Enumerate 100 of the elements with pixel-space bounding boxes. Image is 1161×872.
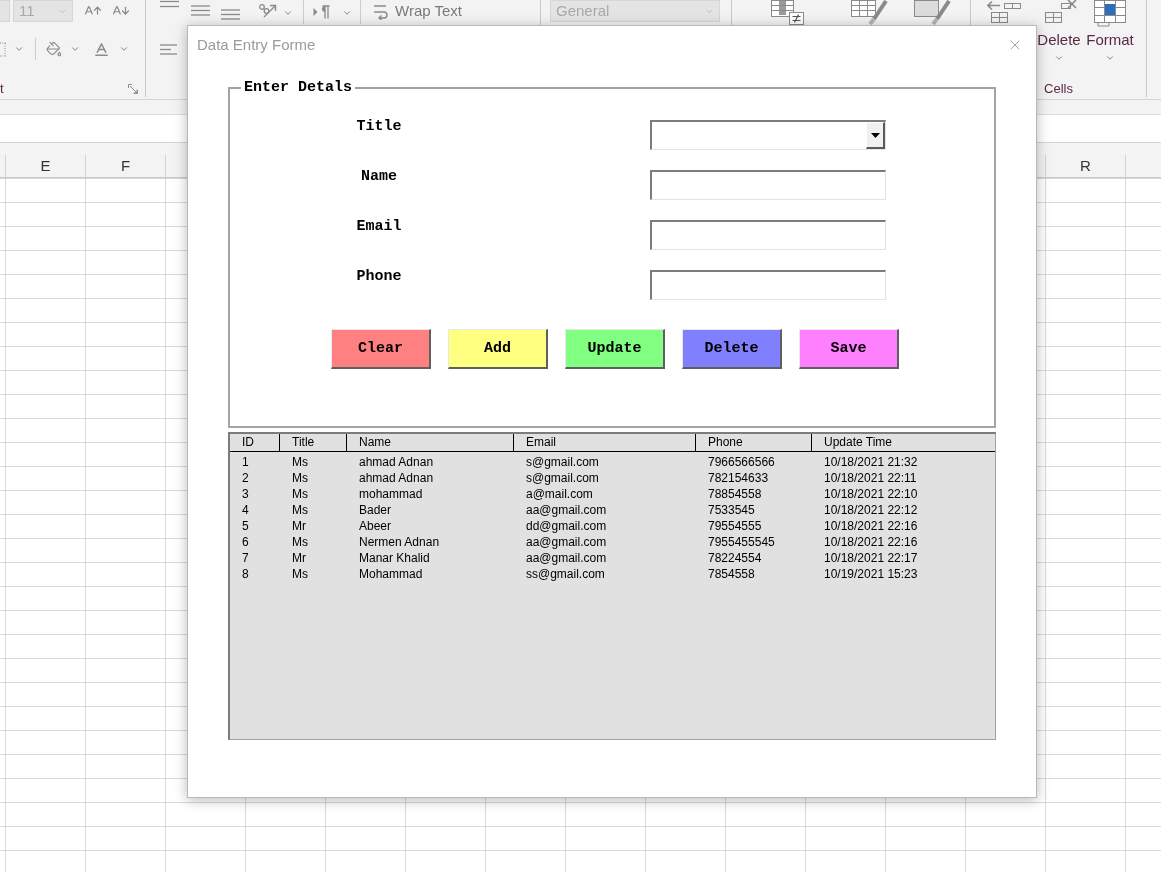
field-label: Title [356, 120, 402, 133]
align-bottom-icon[interactable] [221, 9, 240, 20]
caret-icon[interactable] [119, 44, 129, 54]
align-top-icon[interactable] [160, 0, 179, 8]
table-cell: ahmad Adnan [359, 471, 434, 485]
align-left-icon[interactable] [160, 44, 179, 55]
action-button[interactable]: Delete [682, 329, 782, 369]
column-header[interactable]: Phone [696, 434, 812, 451]
table-cell: Ms [292, 455, 308, 469]
caret-icon [870, 132, 880, 138]
table-cell: 10/18/2021 22:11 [824, 471, 917, 485]
ribbon-button[interactable]: Delete [1033, 0, 1085, 64]
input-field[interactable] [650, 220, 886, 250]
column-header[interactable]: R [1080, 155, 1091, 177]
table-cell: s@gmail.com [526, 471, 599, 485]
dialog-launcher-icon[interactable] [128, 84, 138, 94]
table-cell: ss@gmail.com [526, 567, 605, 581]
table-cell: 3 [242, 487, 249, 501]
table-cell: Abeer [359, 519, 392, 533]
table-cell: 78854558 [708, 487, 762, 501]
window-title: Data Entry Forme [197, 36, 316, 54]
record-list[interactable] [228, 432, 996, 740]
cell-brush-icon[interactable] [913, 0, 951, 25]
table-cell: Mohammad [359, 567, 423, 581]
input-field[interactable] [650, 170, 886, 200]
table-cell: aa@gmail.com [526, 551, 607, 565]
table-cell: Bader [359, 503, 392, 517]
table-cell: Ms [292, 567, 308, 581]
table-arrow-icon[interactable] [987, 0, 1023, 23]
table-cell: Mr [292, 551, 306, 565]
table-cell: 7854558 [708, 567, 755, 581]
table-cell: 4 [242, 503, 249, 517]
caret-icon [1105, 53, 1115, 63]
caret-icon[interactable] [342, 8, 352, 18]
indent-pilcrow-icon[interactable] [313, 5, 330, 19]
table-cell: a@mail.com [526, 487, 593, 501]
action-button[interactable]: Save [799, 329, 899, 369]
column-header[interactable]: E [40, 155, 51, 177]
ribbon-button[interactable]: Format [1085, 0, 1135, 64]
dropdown-field[interactable] [650, 120, 886, 150]
table-cell: 78224554 [708, 551, 762, 565]
column-header[interactable]: F [120, 155, 131, 177]
table-cell: 2 [242, 471, 249, 485]
table-cell: 782154633 [708, 471, 769, 485]
table-cell: Ms [292, 535, 308, 549]
table-cell: 1 [242, 455, 249, 469]
table-cell: 79554555 [708, 519, 762, 533]
wrap-text-button[interactable]: Wrap Text [373, 1, 462, 21]
field-label: Phone [356, 270, 402, 283]
table-cell: 10/18/2021 21:32 [824, 455, 918, 469]
caret-icon[interactable] [283, 8, 293, 18]
paint-bucket-icon[interactable] [46, 41, 62, 57]
action-button[interactable]: Clear [331, 329, 431, 369]
wrap-text-icon [373, 2, 389, 20]
action-button[interactable]: Add [448, 329, 548, 369]
column-header[interactable]: ID [230, 434, 280, 451]
column-header[interactable]: Name [347, 434, 514, 451]
table-cell: aa@gmail.com [526, 503, 607, 517]
dropdown-button[interactable] [866, 122, 885, 149]
table-cell: 7966566566 [708, 455, 775, 469]
angled-arrow-icon[interactable] [258, 2, 277, 18]
group-label: Cells [1044, 81, 1073, 97]
caret-icon[interactable] [70, 44, 80, 54]
table-cell: 7955455545 [708, 535, 775, 549]
grid-icon[interactable] [1093, 0, 1127, 27]
table-cell: Manar Khalid [359, 551, 430, 565]
table-cell: 10/19/2021 15:23 [824, 567, 918, 581]
table-cell: s@gmail.com [526, 455, 599, 469]
table-cell: Mr [292, 519, 306, 533]
action-button[interactable]: Update [565, 329, 665, 369]
letter-a-icon[interactable] [93, 40, 110, 58]
table-cell: 6 [242, 535, 249, 549]
table-cell: 7533545 [708, 503, 755, 517]
frame-legend: Enter Detals [241, 80, 356, 96]
table-cell: 10/18/2021 22:12 [824, 503, 918, 517]
table-not-equal-icon[interactable] [770, 0, 806, 25]
caret-icon [1054, 53, 1064, 63]
table-cell: Ms [292, 503, 308, 517]
table-cell: 5 [242, 519, 249, 533]
field-label: Name [361, 170, 397, 183]
caret-icon[interactable] [14, 44, 24, 54]
column-header[interactable]: Email [514, 434, 696, 451]
column-header[interactable]: Update Time [812, 434, 995, 451]
table-cell: 10/18/2021 22:16 [824, 519, 918, 533]
table-cell: Ms [292, 471, 308, 485]
field-label: Email [356, 220, 402, 233]
table-cell: 10/18/2021 22:17 [824, 551, 918, 565]
table-cell: Nermen Adnan [359, 535, 440, 549]
table-cell: 10/18/2021 22:10 [824, 487, 918, 501]
table-cell: 8 [242, 567, 249, 581]
align-middle-icon[interactable] [191, 5, 210, 16]
table-cell: aa@gmail.com [526, 535, 607, 549]
column-header[interactable]: Title [280, 434, 347, 451]
table-cell: Ms [292, 487, 308, 501]
input-field[interactable] [650, 270, 886, 300]
table-cell: dd@gmail.com [526, 519, 607, 533]
table-cell: ahmad Adnan [359, 455, 434, 469]
table-cell: mohammad [359, 487, 423, 501]
table-cell: 7 [242, 551, 249, 565]
table-cell: 10/18/2021 22:16 [824, 535, 918, 549]
